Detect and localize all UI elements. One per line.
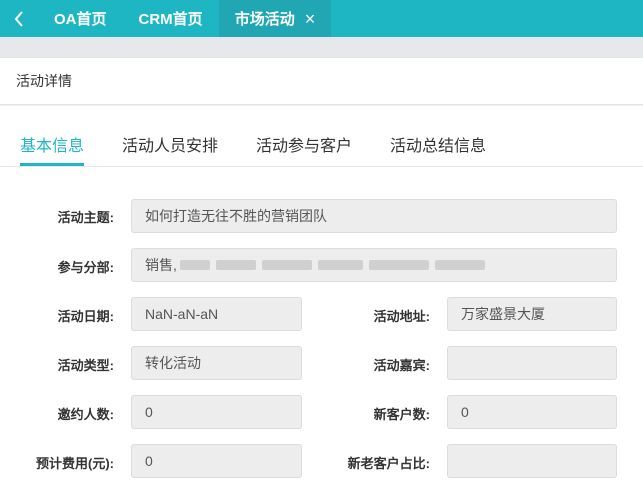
new-customers-field[interactable]: 0	[447, 395, 617, 429]
type-label: 活动类型:	[57, 358, 114, 373]
top-tab-bar: OA首页 CRM首页 市场活动 ×	[0, 0, 643, 37]
new-customers-label: 新客户数:	[373, 407, 430, 422]
old-new-ratio-label: 新老客户占比:	[347, 456, 430, 471]
back-button[interactable]	[0, 0, 38, 37]
invited-label: 邀约人数:	[57, 407, 114, 422]
redacted-text	[317, 260, 363, 270]
detail-panel: 基本信息 活动人员安排 活动参与客户 活动总结信息 活动主题: 如何打造无往不胜…	[0, 106, 643, 487]
old-new-ratio-field[interactable]	[447, 444, 617, 478]
invited-field[interactable]: 0	[131, 395, 302, 429]
type-field[interactable]: 转化活动	[131, 346, 302, 380]
address-label: 活动地址:	[373, 309, 430, 324]
tab-summary-info[interactable]: 活动总结信息	[390, 132, 486, 156]
branch-label: 参与分部:	[57, 260, 114, 275]
budget-label: 预计费用(元):	[36, 456, 114, 471]
redacted-text	[261, 260, 312, 270]
guests-field[interactable]	[447, 346, 617, 380]
tab-market-activity[interactable]: 市场活动 ×	[218, 0, 332, 37]
tab-staff-arrangement[interactable]: 活动人员安排	[122, 132, 218, 156]
toolbar-strip	[0, 37, 643, 57]
detail-tabs: 基本信息 活动人员安排 活动参与客户 活动总结信息	[0, 106, 643, 167]
budget-field[interactable]: 0	[131, 444, 302, 478]
tab-basic-info[interactable]: 基本信息	[20, 132, 84, 156]
tab-crm-home[interactable]: CRM首页	[123, 0, 219, 37]
redacted-text	[434, 260, 485, 270]
tab-participating-customers[interactable]: 活动参与客户	[256, 132, 352, 156]
address-field[interactable]: 万家盛景大厦	[447, 297, 617, 331]
tab-oa-home[interactable]: OA首页	[38, 0, 123, 37]
redacted-text	[368, 260, 429, 270]
page-title: 活动详情	[0, 57, 643, 105]
date-label: 活动日期:	[57, 309, 114, 324]
branch-field[interactable]: 销售,	[131, 248, 617, 282]
active-tab-indicator	[20, 163, 84, 166]
redacted-text	[179, 260, 210, 270]
theme-label: 活动主题:	[57, 210, 114, 225]
redacted-text	[215, 260, 256, 270]
guests-label: 活动嘉宾:	[373, 358, 430, 373]
close-icon[interactable]: ×	[305, 10, 316, 28]
chevron-left-icon	[14, 10, 23, 27]
date-field[interactable]: NaN-aN-aN	[131, 297, 302, 331]
theme-field[interactable]: 如何打造无往不胜的营销团队	[131, 199, 617, 233]
